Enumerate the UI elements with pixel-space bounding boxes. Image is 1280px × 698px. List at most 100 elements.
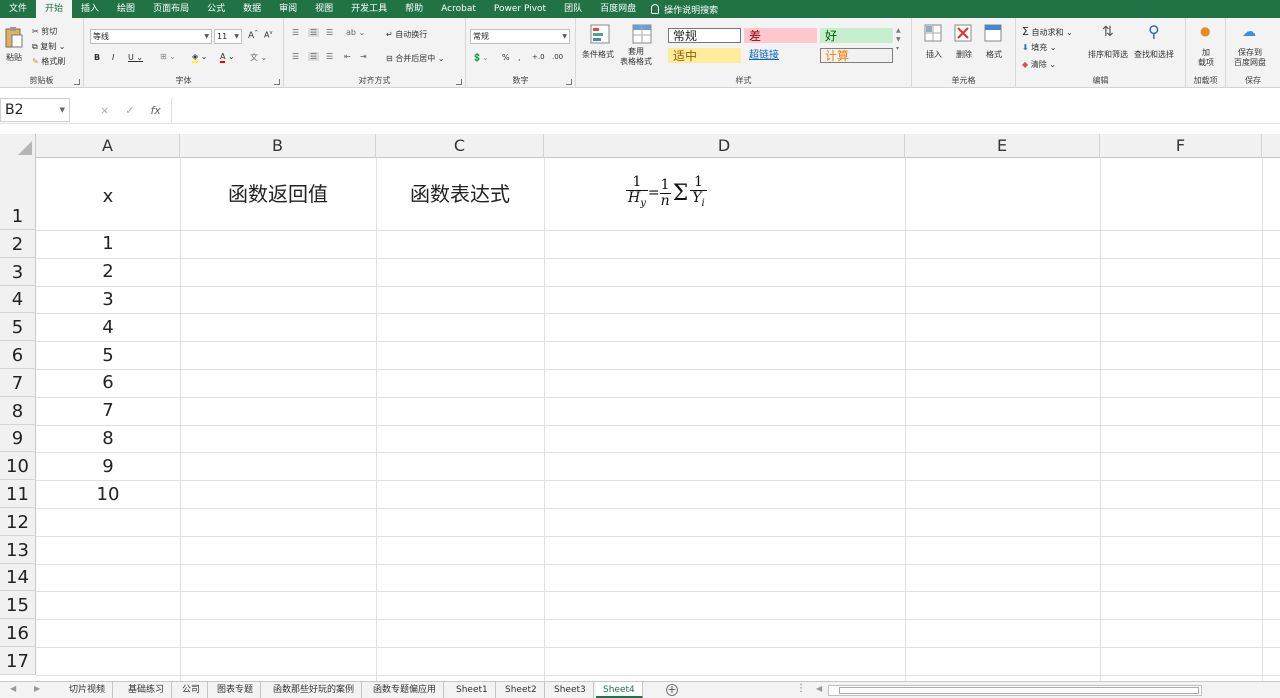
save-baidu-button[interactable]: 保存到 百度网盘 — [1234, 48, 1266, 68]
menu-item-5[interactable]: 公式 — [198, 0, 234, 18]
clear-button[interactable]: ◆ 清除 ⌄ — [1022, 59, 1056, 70]
align-top-icon[interactable]: ☰ — [292, 28, 299, 37]
cell-A4[interactable]: 3 — [36, 286, 180, 314]
row-header-1[interactable]: 1 — [0, 158, 36, 230]
row-header-7[interactable]: 7 — [0, 369, 36, 397]
font-size-select[interactable]: 11 ▼ — [214, 29, 242, 44]
column-header-C[interactable]: C — [376, 134, 544, 158]
percent-icon[interactable]: % — [502, 53, 510, 62]
format-button[interactable]: 格式 — [986, 49, 1002, 60]
baidu-cloud-icon[interactable]: ☁ — [1242, 24, 1256, 40]
menu-item-3[interactable]: 绘图 — [108, 0, 144, 18]
prev-sheet-icon[interactable]: ◀ — [10, 684, 16, 693]
next-sheet-icon[interactable]: ▶ — [34, 684, 40, 693]
row-header-17[interactable]: 17 — [0, 647, 36, 675]
sheet-tab-9[interactable]: Sheet4 — [596, 682, 643, 698]
decrease-indent-icon[interactable]: ⇤ — [344, 52, 351, 61]
orientation-icon[interactable]: ab ⌄ — [346, 28, 365, 37]
menu-item-12[interactable]: Power Pivot — [485, 0, 555, 18]
number-launcher[interactable] — [566, 79, 572, 85]
row-header-11[interactable]: 11 — [0, 480, 36, 508]
column-header-B[interactable]: B — [180, 134, 376, 158]
table-format-button[interactable]: 套用 表格格式 — [620, 47, 652, 67]
underline-button[interactable]: U ⌄ — [128, 53, 143, 62]
cell-A5[interactable]: 4 — [36, 313, 180, 341]
currency-icon[interactable]: 💲⌄ — [472, 53, 489, 62]
row-header-16[interactable]: 16 — [0, 619, 36, 647]
increase-indent-icon[interactable]: ⇥ — [360, 52, 367, 61]
row-header-12[interactable]: 12 — [0, 508, 36, 536]
cell-style-4[interactable]: 超链接 — [744, 48, 817, 63]
cell-A8[interactable]: 7 — [36, 397, 180, 425]
column-header-D[interactable]: D — [544, 134, 905, 158]
wrap-text-button[interactable]: ↵ 自动换行 — [386, 29, 427, 40]
align-right-icon[interactable]: ☰ — [326, 52, 333, 61]
sheet-tab-3[interactable]: 图表专题 — [210, 682, 262, 698]
sheet-tab-2[interactable]: 公司 — [175, 682, 209, 698]
sheet-tab-0[interactable]: 切片视频 — [62, 682, 114, 698]
row-header-5[interactable]: 5 — [0, 313, 36, 342]
cell-style-5[interactable]: 计算 — [820, 48, 893, 63]
menu-item-1[interactable]: 开始 — [36, 0, 73, 18]
cell-style-1[interactable]: 差 — [744, 28, 817, 43]
row-header-10[interactable]: 10 — [0, 452, 36, 481]
cell-style-0[interactable]: 常规 — [668, 28, 741, 43]
row-header-3[interactable]: 3 — [0, 257, 36, 286]
find-select-button[interactable]: 查找和选择 — [1134, 49, 1174, 60]
cell-A3[interactable]: 2 — [36, 258, 180, 286]
align-center-icon[interactable]: ☰ — [308, 52, 320, 61]
cell-A11[interactable]: 10 — [36, 480, 180, 508]
fill-button[interactable]: ⬇ 填充 ⌄ — [1022, 42, 1057, 53]
shrink-font-button[interactable]: Av — [264, 30, 272, 40]
format-painter-button[interactable]: ✎ 格式刷 — [32, 56, 65, 67]
row-header-6[interactable]: 6 — [0, 341, 36, 369]
format-cells-icon[interactable] — [984, 24, 1002, 42]
italic-button[interactable]: I — [112, 53, 114, 62]
cell-A1[interactable]: x — [36, 158, 180, 230]
menu-item-10[interactable]: 帮助 — [396, 0, 432, 18]
gallery-scroll[interactable]: ▲ ▼ ▾ — [896, 26, 901, 53]
menu-item-14[interactable]: 百度网盘 — [591, 0, 645, 18]
cell-B1[interactable]: 函数返回值 — [180, 158, 376, 230]
sheet-tab-7[interactable]: Sheet2 — [498, 682, 545, 698]
cancel-icon[interactable]: × — [100, 104, 109, 117]
cell-A9[interactable]: 8 — [36, 425, 180, 453]
delete-cells-icon[interactable] — [954, 24, 972, 42]
row-header-9[interactable]: 9 — [0, 424, 36, 453]
column-header-F[interactable]: F — [1100, 134, 1262, 158]
tab-split-handle[interactable]: ⋮ — [796, 683, 806, 694]
add-sheet-icon[interactable]: + — [666, 684, 678, 696]
font-color-button[interactable]: A ⌄ — [220, 52, 235, 63]
row-header-2[interactable]: 2 — [0, 230, 36, 258]
font-name-select[interactable]: 等线 ▼ — [90, 29, 212, 44]
menu-item-0[interactable]: 文件 — [0, 0, 36, 18]
formula-input[interactable] — [174, 98, 1280, 122]
formula-image[interactable]: 1 Hy = 1 n Σ 1 Yi — [626, 170, 707, 216]
row-header-8[interactable]: 8 — [0, 396, 36, 425]
cell-A7[interactable]: 6 — [36, 369, 180, 397]
row-header-4[interactable]: 4 — [0, 285, 36, 314]
menu-item-13[interactable]: 团队 — [555, 0, 591, 18]
row-header-15[interactable]: 15 — [0, 591, 36, 620]
menu-item-6[interactable]: 数据 — [234, 0, 270, 18]
font-launcher[interactable] — [274, 79, 280, 85]
cell-A2[interactable]: 1 — [36, 230, 180, 258]
menu-item-8[interactable]: 视图 — [306, 0, 342, 18]
clipboard-launcher[interactable] — [74, 79, 80, 85]
scroll-left-icon[interactable]: ◀ — [816, 684, 822, 693]
sheet-tab-1[interactable]: 基础练习 — [121, 682, 173, 698]
menu-item-2[interactable]: 插入 — [72, 0, 108, 18]
increase-decimal-icon[interactable]: +.0 — [532, 53, 545, 61]
align-bottom-icon[interactable]: ☰ — [326, 28, 333, 37]
insert-cells-icon[interactable] — [924, 24, 942, 42]
merge-center-button[interactable]: ⊟ 合并后居中 ⌄ — [386, 53, 445, 64]
sheet-tab-8[interactable]: Sheet3 — [547, 682, 594, 698]
phonetic-icon[interactable]: 文 ⌄ — [250, 52, 267, 63]
column-header-A[interactable]: A — [36, 134, 180, 158]
addin-icon[interactable]: ● — [1200, 24, 1210, 38]
tell-me-search[interactable]: 操作说明搜索 — [645, 3, 718, 16]
grow-font-button[interactable]: A^ — [248, 30, 258, 41]
select-all-corner[interactable] — [0, 134, 36, 158]
sheet-tab-5[interactable]: 函数专题偏应用 — [366, 682, 445, 698]
fx-icon[interactable]: fx — [150, 104, 160, 117]
